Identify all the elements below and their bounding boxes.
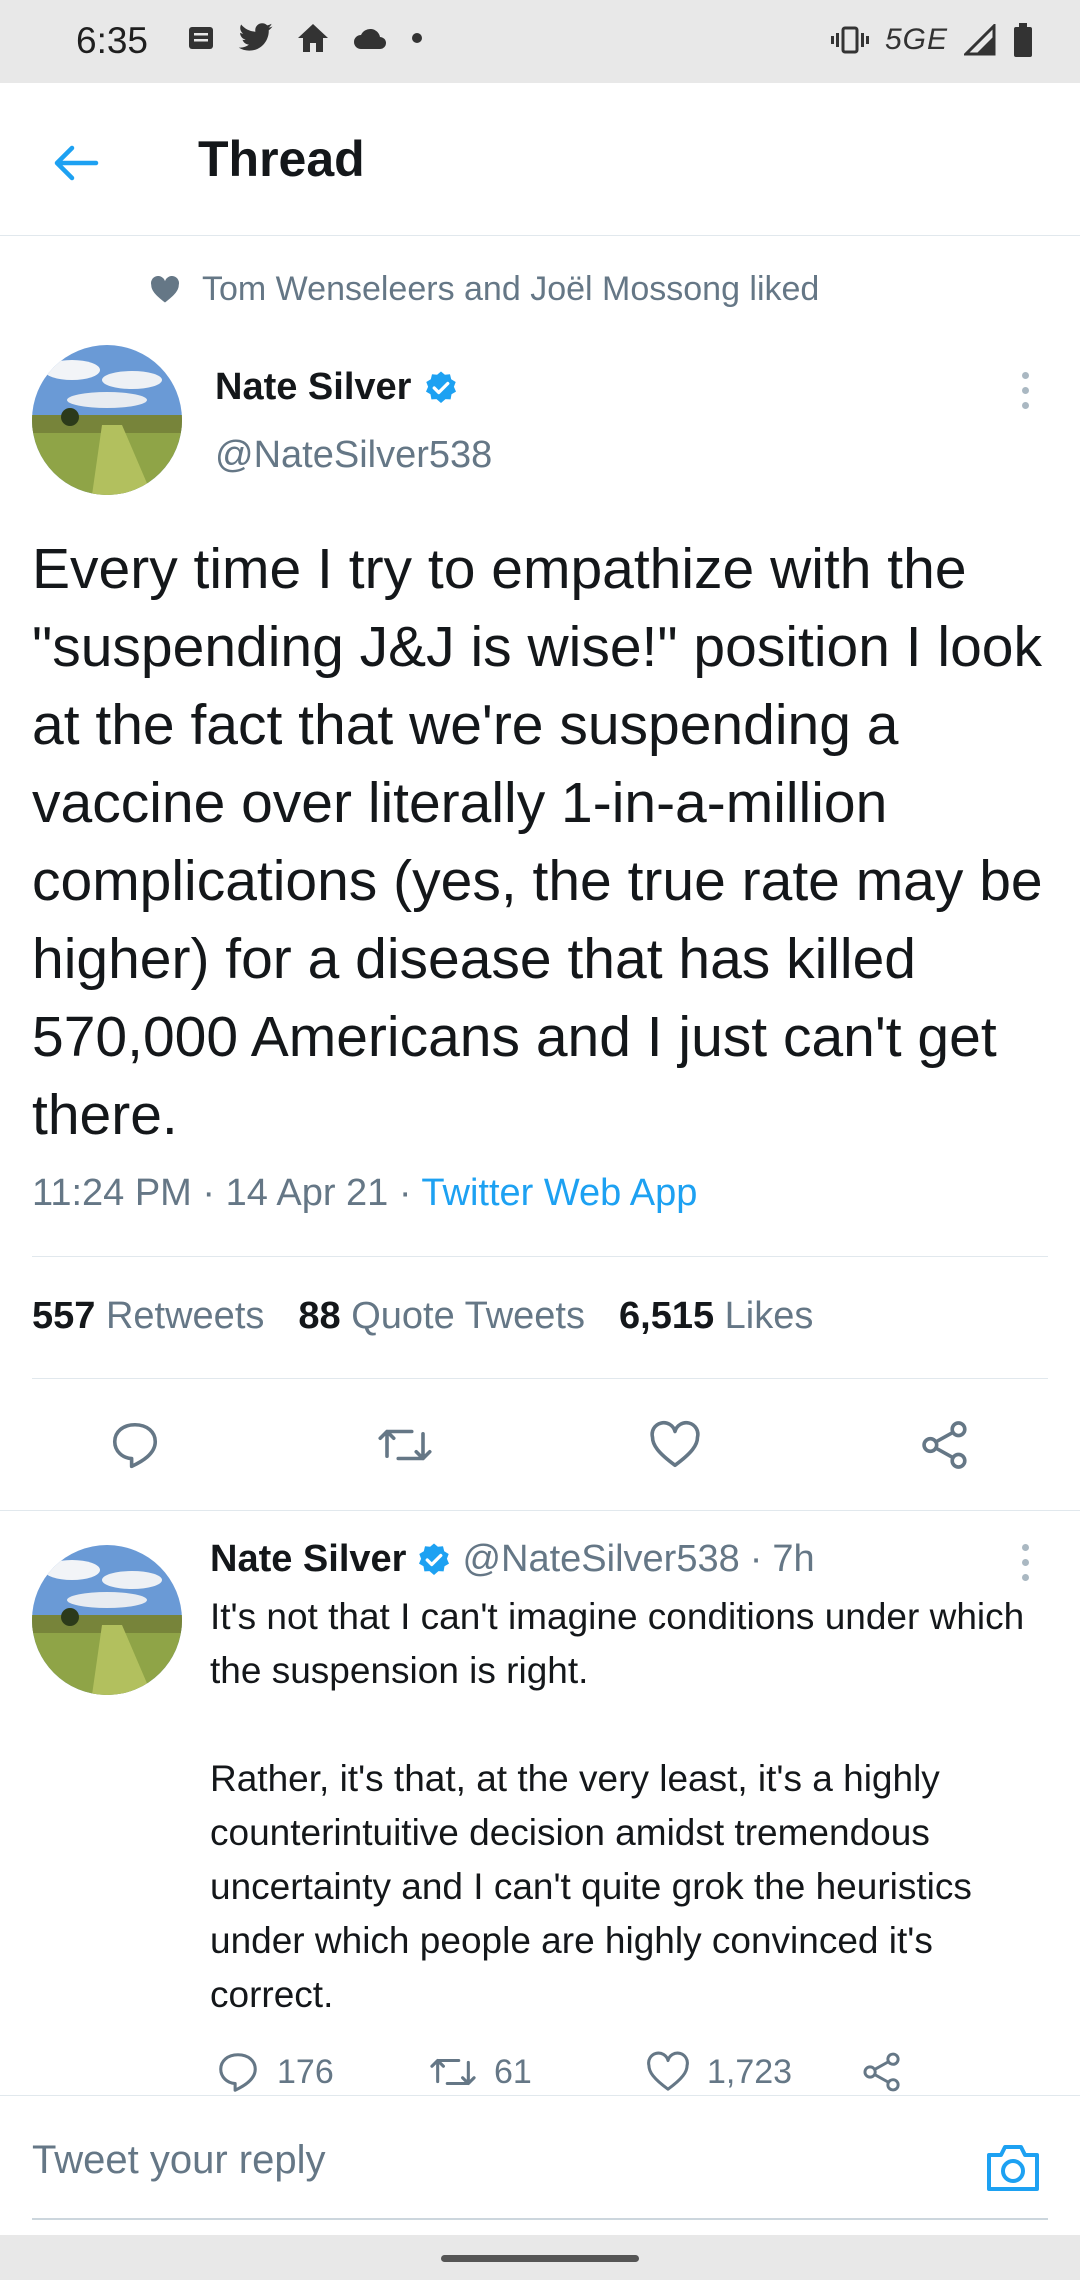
heart-icon: [650, 1420, 700, 1468]
heart-filled-icon: [151, 275, 179, 302]
social-context[interactable]: Tom Wenseleers and Joël Mossong liked: [150, 270, 819, 309]
home-gesture-handle[interactable]: [441, 2255, 639, 2262]
avatar[interactable]: [32, 345, 182, 495]
reply-retweet-button[interactable]: 61: [428, 2045, 532, 2099]
reply-header[interactable]: Nate Silver @NateSilver538 · 7h: [210, 1538, 815, 1581]
status-icons-left: [186, 22, 424, 54]
more-options-button[interactable]: [1005, 360, 1045, 420]
reply-age: 7h: [772, 1538, 815, 1580]
meta-separator: ·: [749, 1538, 763, 1580]
more-dot-icon: [1021, 386, 1029, 394]
reply-icon: [219, 2053, 257, 2092]
reply-share-button[interactable]: [860, 2045, 904, 2099]
author-name-text: Nate Silver: [215, 366, 412, 408]
more-dot-icon: [1021, 401, 1029, 409]
reply-composer: Tweet your reply: [0, 2095, 1080, 2235]
avatar-landscape-image: [32, 345, 182, 495]
status-icons-right: 5GE: [830, 22, 1034, 58]
reply-more-options-button[interactable]: [1005, 1532, 1045, 1592]
network-type: 5GE: [884, 23, 948, 56]
reply-actions: 176 61 1,723: [210, 2045, 1050, 2099]
camera-button[interactable]: [983, 2139, 1043, 2195]
share-button[interactable]: [915, 1415, 975, 1475]
likes-label: Likes: [724, 1295, 814, 1337]
tweet-source-link[interactable]: Twitter Web App: [421, 1172, 697, 1214]
back-arrow-icon: [54, 145, 99, 181]
cloud-icon: [354, 28, 386, 49]
quotes-label: Quote Tweets: [351, 1295, 585, 1337]
reply-icon: [112, 1422, 158, 1469]
tweet-timestamp: 11:24 PM · 14 Apr 21 · Twitter Web App: [32, 1172, 697, 1215]
like-count: 1,723: [707, 2052, 793, 2091]
more-dot-icon: [1021, 1573, 1029, 1581]
divider: [32, 1378, 1048, 1379]
camera-icon: [987, 2145, 1039, 2191]
reply-count: 176: [277, 2052, 334, 2091]
retweets-label: Retweets: [105, 1295, 265, 1337]
verified-badge-icon: [419, 1543, 450, 1575]
twitter-icon: [238, 23, 273, 51]
tweet-time: 11:24 PM: [32, 1172, 192, 1214]
reply-author-name: Nate Silver: [210, 1538, 407, 1580]
tweet-actions: [0, 1415, 1080, 1475]
meta-separator: ·: [398, 1172, 422, 1214]
share-icon: [863, 2052, 900, 2092]
retweets-stat[interactable]: 557 Retweets: [32, 1295, 264, 1338]
retweet-icon: [378, 1429, 432, 1461]
meta-separator: ·: [202, 1172, 226, 1214]
battery-icon: [1014, 23, 1032, 57]
reply-tweet-text: It's not that I can't imagine conditions…: [210, 1596, 1025, 2015]
like-button[interactable]: [645, 1415, 705, 1475]
dot-icon: [412, 33, 422, 43]
reply-author-handle: @NateSilver538: [462, 1538, 740, 1580]
quotes-count: 88: [298, 1295, 341, 1337]
more-dot-icon: [1021, 1543, 1029, 1551]
avatar-landscape-image: [32, 1545, 182, 1695]
page-title: Thread: [198, 131, 365, 187]
vibrate-icon: [830, 26, 869, 54]
back-button[interactable]: [44, 131, 108, 195]
home-icon: [298, 24, 328, 52]
divider: [0, 1510, 1080, 1511]
thread-header: Thread: [0, 83, 1080, 236]
status-time: 6:35: [76, 20, 149, 61]
tweet-text: Every time I try to empathize with the "…: [32, 537, 1043, 1147]
likes-count: 6,515: [619, 1295, 715, 1337]
divider: [32, 1256, 1048, 1257]
retweet-button[interactable]: [375, 1415, 435, 1475]
retweet-icon: [430, 2058, 476, 2086]
heart-icon: [647, 2051, 689, 2091]
reply-avatar[interactable]: [32, 1545, 182, 1695]
tweet-date: 14 Apr 21: [225, 1172, 389, 1214]
author-handle[interactable]: @NateSilver538: [215, 434, 492, 477]
reply-reply-button[interactable]: 176: [215, 2045, 334, 2099]
input-underline: [32, 2218, 1048, 2220]
author-name[interactable]: Nate Silver: [215, 366, 459, 409]
retweets-count: 557: [32, 1295, 96, 1337]
signal-icon: [964, 24, 996, 56]
system-navigation-bar: [0, 2235, 1080, 2280]
social-context-text: Tom Wenseleers and Joël Mossong liked: [202, 270, 820, 308]
retweet-count: 61: [494, 2052, 532, 2091]
reply-like-button[interactable]: 1,723: [645, 2045, 792, 2099]
more-dot-icon: [1021, 1558, 1029, 1566]
notes-icon: [189, 27, 213, 49]
share-icon: [922, 1421, 967, 1469]
tweet-stats: 557 Retweets 88 Quote Tweets 6,515 Likes: [32, 1295, 813, 1338]
reply-button[interactable]: [105, 1415, 165, 1475]
more-dot-icon: [1021, 371, 1029, 379]
reply-input[interactable]: Tweet your reply: [32, 2138, 325, 2183]
quotes-stat[interactable]: 88 Quote Tweets: [298, 1295, 585, 1338]
likes-stat[interactable]: 6,515 Likes: [619, 1295, 813, 1338]
verified-badge-icon: [426, 371, 457, 403]
status-bar: 6:35 5GE: [0, 0, 1080, 83]
